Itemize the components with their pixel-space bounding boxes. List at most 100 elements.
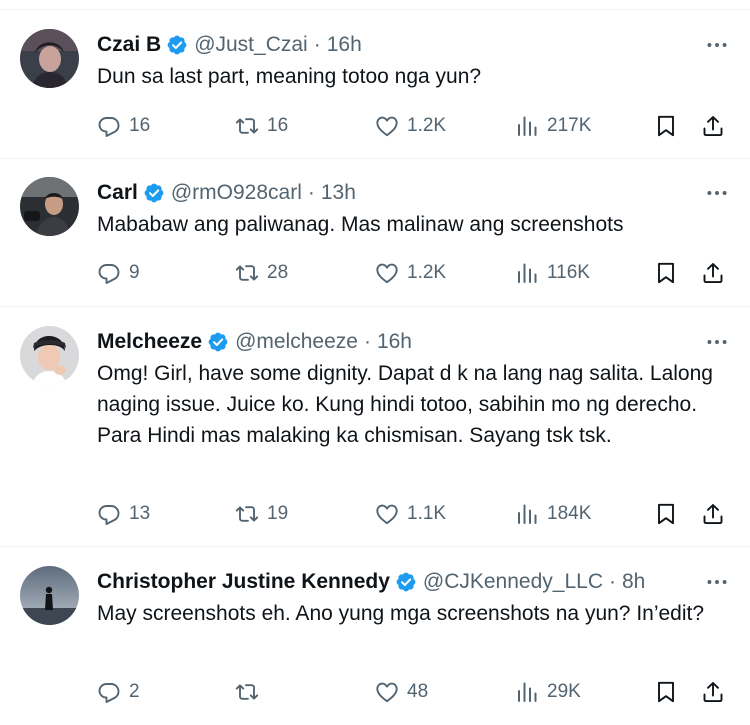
retweet-button[interactable]: 19: [235, 502, 288, 526]
retweet-button[interactable]: 16: [235, 114, 288, 138]
tweet[interactable]: Christopher Justine Kennedy @CJKennedy_L…: [0, 547, 750, 725]
views-button[interactable]: 29K: [515, 680, 581, 704]
reply-button[interactable]: 16: [97, 114, 150, 138]
like-button[interactable]: 48: [375, 680, 428, 704]
reply-feed: Czai B @Just_Czai · 16h Dun sa last part…: [0, 0, 750, 725]
reply-count: 13: [129, 503, 151, 524]
reply-count: 2: [129, 681, 140, 702]
verified-badge-icon: [166, 34, 188, 56]
like-count: 1.1K: [407, 503, 447, 524]
share-icon: [701, 261, 725, 285]
share-icon: [701, 114, 725, 138]
separator-dot: ·: [313, 33, 321, 56]
separator-dot: ·: [307, 181, 315, 204]
reply-icon: [97, 502, 121, 526]
bookmark-button[interactable]: [654, 114, 678, 138]
share-button[interactable]: [701, 114, 725, 138]
like-count: 1.2K: [407, 262, 447, 283]
bookmark-button[interactable]: [654, 680, 678, 704]
views-button[interactable]: 217K: [515, 114, 591, 138]
avatar[interactable]: [20, 177, 79, 236]
tweet-text: Omg! Girl, have some dignity. Dapat d k …: [97, 362, 713, 447]
timestamp[interactable]: 8h: [622, 570, 645, 594]
verified-badge-icon: [395, 571, 417, 593]
like-button[interactable]: 1.2K: [375, 261, 446, 285]
action-bar: 13 19 1.1K 184K: [97, 499, 730, 529]
views-icon: [515, 680, 539, 704]
reply-icon: [97, 114, 121, 138]
like-count: 48: [407, 681, 429, 702]
tweet[interactable]: Czai B @Just_Czai · 16h Dun sa last part…: [0, 10, 750, 159]
views-button[interactable]: 184K: [515, 502, 591, 526]
retweet-icon: [235, 114, 259, 138]
like-icon: [375, 680, 399, 704]
view-count: 116K: [547, 262, 590, 283]
retweet-icon: [235, 680, 259, 704]
tweet[interactable]: Melcheeze @melcheeze · 16h Omg! Girl, ha…: [0, 307, 750, 547]
bookmark-icon: [654, 502, 678, 526]
author-handle[interactable]: @rmO928carl: [171, 181, 302, 205]
verified-badge-icon: [207, 331, 229, 353]
reply-icon: [97, 680, 121, 704]
reply-count: 16: [129, 115, 151, 136]
reply-button[interactable]: 13: [97, 502, 150, 526]
retweet-count: 16: [267, 115, 289, 136]
bookmark-icon: [654, 680, 678, 704]
action-bar: 9 28 1.2K 116K: [97, 258, 730, 288]
author-name[interactable]: Carl: [97, 181, 138, 205]
like-button[interactable]: 1.2K: [375, 114, 446, 138]
reply-button[interactable]: 2: [97, 680, 140, 704]
action-bar: 2 48 29K: [97, 677, 730, 707]
more-icon[interactable]: [704, 180, 730, 206]
bookmark-icon: [654, 114, 678, 138]
reply-icon: [97, 261, 121, 285]
separator-dot: ·: [363, 330, 371, 353]
bookmark-button[interactable]: [654, 502, 678, 526]
bookmark-icon: [654, 261, 678, 285]
author-name[interactable]: Christopher Justine Kennedy: [97, 570, 390, 594]
retweet-icon: [235, 261, 259, 285]
more-icon[interactable]: [704, 32, 730, 58]
action-bar: 16 16 1.2K 217K: [97, 111, 730, 141]
share-button[interactable]: [701, 502, 725, 526]
retweet-button[interactable]: 28: [235, 261, 288, 285]
view-count: 29K: [547, 681, 581, 702]
retweet-icon: [235, 502, 259, 526]
retweet-count: 28: [267, 262, 289, 283]
reply-button[interactable]: 9: [97, 261, 140, 285]
tweet[interactable]: Carl @rmO928carl · 13h Mababaw ang paliw…: [0, 159, 750, 307]
reply-count: 9: [129, 262, 140, 283]
view-count: 217K: [547, 115, 592, 136]
views-icon: [515, 502, 539, 526]
tweet-text: Dun sa last part, meaning totoo nga yun?: [97, 65, 482, 88]
more-icon[interactable]: [704, 329, 730, 355]
author-name[interactable]: Melcheeze: [97, 330, 202, 354]
views-icon: [515, 114, 539, 138]
author-name[interactable]: Czai B: [97, 33, 161, 57]
separator-dot: ·: [608, 570, 616, 593]
retweet-button[interactable]: [235, 680, 267, 704]
avatar[interactable]: [20, 29, 79, 88]
like-button[interactable]: 1.1K: [375, 502, 446, 526]
author-handle[interactable]: @Just_Czai: [194, 33, 308, 57]
author-handle[interactable]: @CJKennedy_LLC: [423, 570, 603, 594]
share-button[interactable]: [701, 261, 725, 285]
views-button[interactable]: 116K: [515, 261, 590, 285]
timestamp[interactable]: 13h: [321, 181, 356, 205]
avatar[interactable]: [20, 566, 79, 625]
timestamp[interactable]: 16h: [327, 33, 362, 57]
like-icon: [375, 502, 399, 526]
avatar[interactable]: [20, 326, 79, 385]
author-handle[interactable]: @melcheeze: [235, 330, 358, 354]
timestamp[interactable]: 16h: [377, 330, 412, 354]
bookmark-button[interactable]: [654, 261, 678, 285]
retweet-count: 19: [267, 503, 289, 524]
share-icon: [701, 680, 725, 704]
view-count: 184K: [547, 503, 592, 524]
tweet-text: Mababaw ang paliwanag. Mas malinaw ang s…: [97, 213, 624, 236]
like-count: 1.2K: [407, 115, 447, 136]
share-button[interactable]: [701, 680, 725, 704]
verified-badge-icon: [143, 182, 165, 204]
tweet-text: May screenshots eh. Ano yung mga screens…: [97, 602, 705, 625]
more-icon[interactable]: [704, 569, 730, 595]
